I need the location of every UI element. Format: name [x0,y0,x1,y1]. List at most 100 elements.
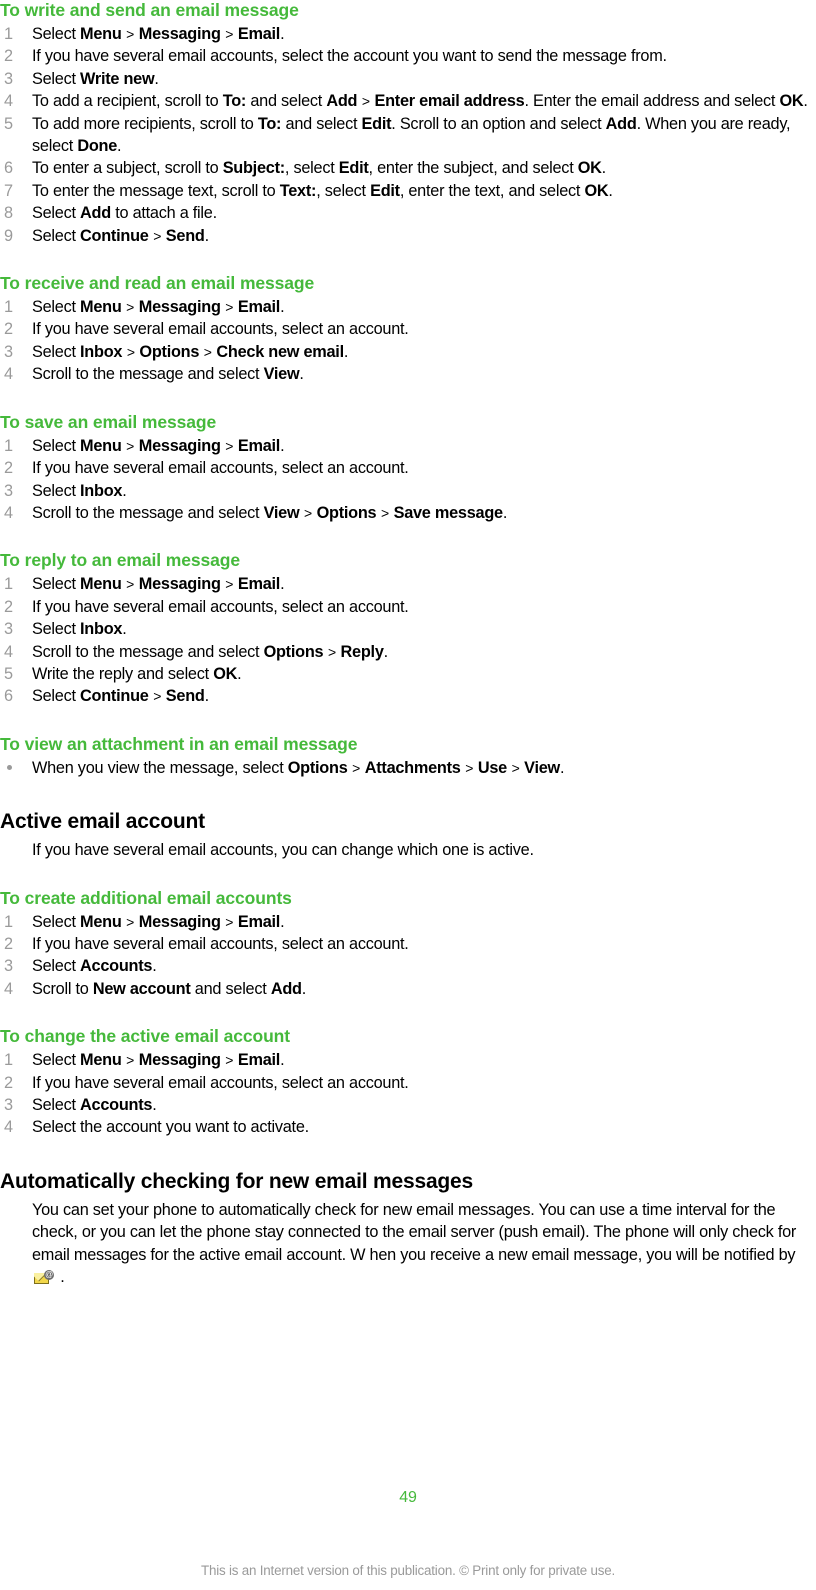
text-run: Select [32,342,81,361]
text-run: . [803,92,808,111]
step-item: 1 Select Menu > Messaging > Email. [0,23,816,45]
step-number: 9 [4,226,13,245]
heading-auto-check: Automatically checking for new email mes… [0,1169,474,1193]
step-text: If you have several email accounts, sele… [32,1074,409,1092]
step-list: 1 Select Menu > Messaging > Email. 2 If you… [0,1049,816,1139]
ui-term: New account [92,979,191,998]
text-run: . [280,912,285,931]
step-text: Select Continue > Send. [32,687,209,705]
page-content: To write and send an email message 1 Selec… [0,0,816,1310]
step-list: 1 Select Menu > Messaging > Email. 2 If you… [0,435,816,525]
step-number: 3 [4,69,13,88]
ui-term: Menu [80,436,122,455]
ui-term: Reply [340,642,384,661]
section-view-attachment: To view an attachment in an email messag… [0,734,816,779]
text-run: Select [32,298,81,317]
ui-term: Options [263,642,324,661]
step-item: 1 Select Menu > Messaging > Email. [0,1049,816,1071]
ui-term: Options [287,758,348,777]
ui-term: View [263,503,300,522]
text-run: . [601,159,607,178]
step-text: If you have several email accounts, sele… [32,598,409,616]
ui-term: Edit [370,181,400,200]
step-number: 4 [4,92,13,111]
text-run: and select [190,979,271,998]
step-number: 3 [4,957,13,976]
step-text: If you have several email accounts, sele… [32,47,667,65]
step-number: 5 [4,664,13,683]
text-run: Scroll to the message and select [32,642,264,661]
path-separator: > [461,759,477,776]
step-item: 3 Select Accounts. [0,1094,816,1116]
text-run: Select [32,204,81,223]
step-text: Select Add to attach a file. [32,204,217,222]
section-reply: To reply to an email message 1 Select Menu… [0,550,816,707]
section-active-email-account: Active email account If you have several … [0,809,816,861]
path-separator: > [221,26,237,42]
step-number: 4 [4,365,13,384]
section-change-active-account: To change the active email account 1 Selec… [0,1026,816,1139]
text-run: . [502,503,508,522]
text-run: Select [32,912,81,931]
step-text: Scroll to the message and select View. [32,365,304,383]
step-item: 3 Select Accounts. [0,955,816,977]
step-text: Write the reply and select OK. [32,665,242,683]
section-create-accounts: To create additional email accounts 1 Sele… [0,888,816,1001]
text-run: , enter the subject, and select [368,159,578,178]
text-run: Select [32,25,81,43]
text-run: , select [316,181,371,200]
ui-term: Attachments [364,758,461,777]
text-run: Select the account you want to activate. [32,1118,309,1137]
heading-write-send: To write and send an email message [0,0,299,20]
step-number: 1 [4,912,13,931]
text-run: . [343,342,349,361]
text-run: . [608,181,613,200]
text-run: To enter the message text, scroll to [32,181,280,200]
step-text: Select Inbox. [32,620,127,639]
step-number: 3 [4,481,13,500]
step-number: 4 [4,503,13,522]
text-run: . [117,137,122,156]
step-list: 1 Select Menu > Messaging > Email. 2 If you… [0,296,816,386]
paragraph: You can set your phone to automatically … [0,1199,816,1289]
section-receive-read: To receive and read an email message 1 Sel… [0,273,816,386]
step-text: Select Menu > Messaging > Email. [32,25,285,43]
text-run: If you have several email accounts, sele… [32,597,409,616]
ui-term: Accounts [80,957,153,976]
ui-term: Enter email address [374,92,525,111]
step-item: 5 To add more recipients, scroll to To: a… [0,113,816,158]
step-item: 9 Select Continue > Send. [0,225,816,247]
text-run: If you have several email accounts, sele… [32,934,409,953]
text-run: If you have several email accounts, sele… [32,320,409,339]
email-at-icon: @ [34,1270,54,1285]
step-number: 6 [4,159,13,178]
step-item: 8 Select Add to attach a file. [0,202,816,224]
path-separator: > [221,299,237,316]
text-run: Select [32,226,81,245]
ui-term: Continue [80,226,149,245]
path-separator: > [122,437,138,454]
text-run: and select [281,114,362,133]
text-run: . [122,620,127,639]
text-run: . [204,226,210,245]
ui-term: Accounts [80,1096,153,1114]
step-number: 1 [4,298,13,317]
text-run: . [152,957,157,976]
text-run: When you view the message, select [32,758,288,777]
text-run: Select [32,1096,81,1114]
path-separator: > [300,504,316,521]
ui-term: Add [605,114,637,133]
step-text: Select Menu > Messaging > Email. [32,912,285,931]
path-separator: > [377,504,393,521]
ui-term: OK [577,159,602,178]
step-item: 2 If you have several email accounts, sel… [0,933,816,955]
step-number: 2 [4,47,13,66]
ui-term: Messaging [138,25,221,43]
ui-term: Text: [279,181,317,200]
step-text: Select Inbox > Options > Check new email… [32,343,348,361]
path-separator: > [200,343,216,360]
